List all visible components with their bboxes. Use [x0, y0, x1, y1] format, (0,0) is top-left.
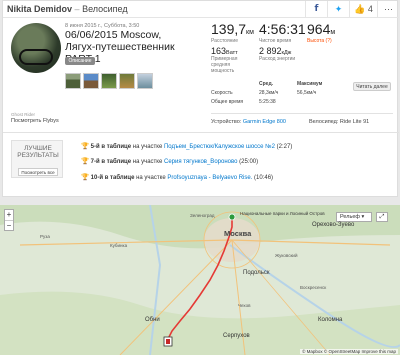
city-label: Москва [224, 229, 252, 238]
activity-heading: Nikita Demidov – Велосипед [7, 4, 128, 14]
achievement-row: 🏆 5-й в таблице на участке Подъем_Брестю… [81, 142, 292, 150]
city-label: Обни [145, 317, 160, 323]
distance-value: 139,7 [211, 21, 247, 37]
achievement-time: (25:00) [239, 159, 259, 165]
bike-label: Велосипед: [309, 119, 339, 125]
achievement-on: на участке [132, 159, 163, 165]
map-attribution[interactable]: © Mapbox © OpenStreetMap Improve this ma… [300, 349, 398, 354]
town-label: Жуковский [275, 253, 298, 258]
achievement-time: (2:27) [276, 144, 293, 150]
city-label: Серпухов [223, 333, 250, 339]
trophy-icon: 🏆 [81, 157, 90, 165]
title-separator: – [74, 4, 80, 14]
power-label-line: мощность [211, 68, 235, 74]
activity-header: Nikita Demidov – Велосипед f ✦ 👍 4 ⋯ [3, 1, 399, 18]
flyby-link[interactable]: Посмотреть Flybys [11, 118, 59, 124]
kudos-button[interactable]: 👍 4 [349, 1, 377, 17]
photo-thumbnail[interactable] [137, 73, 153, 89]
bike-photo-shape [19, 49, 53, 65]
elevation-label[interactable]: Высота (?) [307, 38, 335, 44]
start-label: Национальные парки и Лосиный Остров [240, 211, 325, 216]
row-max: 56,5км/ч [297, 90, 317, 96]
zoom-out-button[interactable]: − [5, 220, 13, 230]
row-avg: 28,3км/ч [259, 90, 279, 96]
segment-link[interactable]: Profsoyuznaya - Belyaevo Rise. [167, 175, 252, 181]
trophy-icon: 🏆 [81, 173, 90, 181]
bike-info: Велосипед: Ride Lite 91 [309, 119, 369, 125]
city-label: Орехово-Зуево [312, 222, 355, 228]
view-all-button[interactable]: Посмотреть все [18, 168, 58, 176]
town-label: Кубинка [110, 243, 128, 248]
divider [211, 113, 393, 114]
photo-thumbnail[interactable] [101, 73, 117, 89]
kudos-count: 4 [367, 4, 373, 14]
sport-type: Велосипед [82, 4, 128, 14]
divider [3, 132, 399, 133]
more-icon[interactable]: ⋯ [377, 1, 399, 17]
energy-stat: 2 892кДж Расход энергии [259, 46, 295, 62]
energy-label: Расход энергии [259, 56, 296, 62]
town-label: Воскресенск [300, 285, 327, 290]
route-map[interactable]: + − Рельеф ▾ ⤢ Национальные парки и Лоси… [0, 205, 400, 355]
photo-thumbnail[interactable] [119, 73, 135, 89]
device-link[interactable]: Garmin Edge 800 [243, 119, 286, 125]
power-stat: 163Ватт Примерная средняя мощность [211, 46, 238, 74]
fullscreen-icon[interactable]: ⤢ [376, 212, 388, 222]
column-header-max: Максимум [297, 81, 323, 87]
read-more-button[interactable]: Читать далее [353, 82, 391, 91]
device-label: Устройство: [211, 119, 242, 125]
column-header-avg: Сред. [259, 81, 274, 87]
zoom-control: + − [4, 209, 14, 231]
town-label: Чехов [238, 303, 251, 308]
achievement-on: на участке [136, 175, 166, 181]
best-results-title: ЛУЧШИЕ РЕЗУЛЬТАТЫ [17, 145, 59, 159]
city-label: Подольск [243, 270, 270, 276]
town-label: Руза [40, 234, 50, 239]
elevation-unit: м [330, 29, 336, 36]
power-value: 163 [211, 46, 227, 56]
row-avg: 5:25:38 [259, 99, 276, 105]
town-label: Зеленоград [190, 213, 215, 218]
athlete-name[interactable]: Nikita Demidov [7, 4, 72, 14]
device-info: Устройство: Garmin Edge 800 [211, 119, 286, 125]
bike-name: Ride Lite 91 [339, 119, 370, 125]
row-label: Скорость [211, 90, 233, 96]
map-layer-select[interactable]: Рельеф ▾ [336, 212, 372, 222]
photo-thumbnail[interactable] [65, 73, 81, 89]
description-button[interactable]: Описание [65, 57, 95, 65]
segment-link[interactable]: Подъем_Брестюк/Калужское шоссе №2 [164, 144, 275, 150]
city-label: Коломна [318, 317, 343, 323]
best-results-box: ЛУЧШИЕ РЕЗУЛЬТАТЫ Посмотреть все [11, 140, 63, 178]
kudos-icon: 👍 [354, 4, 366, 14]
achievement-time: (10:46) [254, 175, 274, 181]
twitter-icon[interactable]: ✦ [327, 1, 349, 17]
moving-time-value: 4:56:31 [259, 21, 306, 37]
achievement-rank: 10-й в таблице [90, 175, 135, 181]
row-label: Общее время [211, 99, 244, 105]
time-stat: 4:56:31 Чистое время [259, 21, 306, 44]
facebook-icon[interactable]: f [305, 1, 327, 17]
distance-label: Расстояние [211, 38, 239, 44]
elevation-stat: 964м Высота (?) [307, 21, 335, 44]
elevation-value: 964 [307, 21, 331, 37]
achievement-rank: 5-й в таблице [90, 144, 132, 150]
achievement-row: 🏆 7-й в таблице на участке Серия тягунко… [81, 157, 258, 165]
flyby-caption: Ghost Rider [11, 112, 36, 117]
distance-unit: км [246, 29, 254, 36]
achievement-rank: 7-й в таблице [90, 159, 132, 165]
segment-link[interactable]: Серия тягунков_Вороново [164, 159, 237, 165]
photo-thumbnail[interactable] [83, 73, 99, 89]
trophy-icon: 🏆 [81, 142, 90, 150]
moving-time-label: Чистое время [259, 38, 292, 44]
achievement-row: 🏆 10-й в таблице на участке Profsoyuznay… [81, 173, 273, 181]
distance-stat: 139,7км Расстояние [211, 21, 254, 44]
achievement-on: на участке [132, 144, 163, 150]
energy-value: 2 892 [259, 46, 282, 56]
activity-card: Nikita Demidov – Велосипед f ✦ 👍 4 ⋯ 8 и… [2, 0, 399, 197]
athlete-avatar[interactable] [11, 23, 61, 73]
zoom-in-button[interactable]: + [5, 210, 13, 220]
